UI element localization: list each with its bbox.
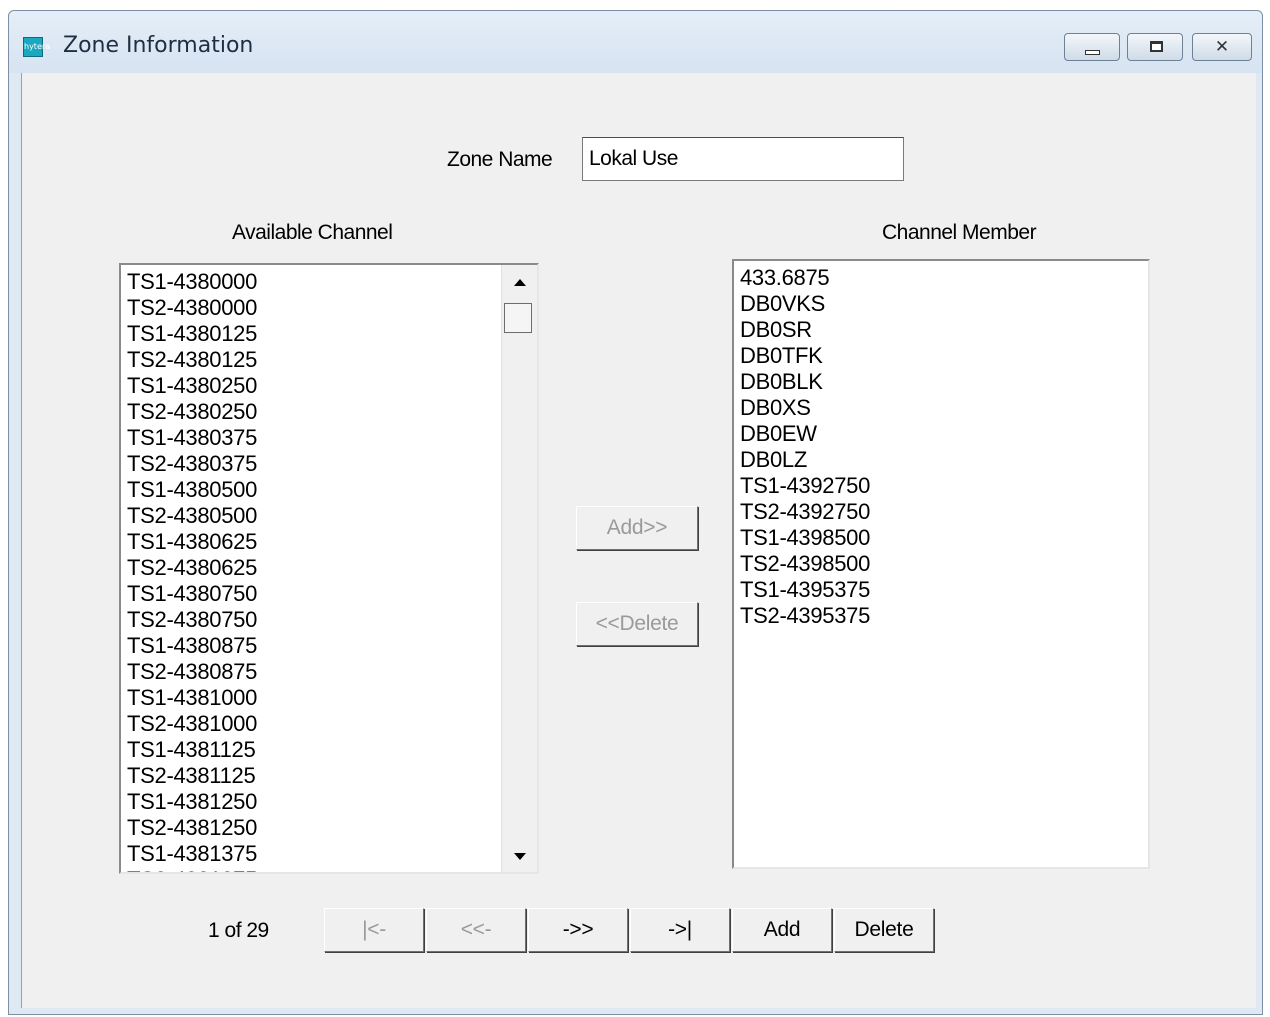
available-channel-label: Available Channel <box>232 221 393 244</box>
zone-information-window: hytera Zone Information ✕ Zone Name Avai… <box>8 10 1263 1015</box>
list-item[interactable]: TS2-4398500 <box>740 551 870 577</box>
list-item[interactable]: TS1-4392750 <box>740 473 870 499</box>
list-item[interactable]: TS1-4380500 <box>127 477 257 503</box>
channel-member-items: 433.6875 DB0VKS DB0SR DB0TFK DB0BLK DB0XS DB0E… <box>740 265 870 629</box>
scroll-down-icon[interactable] <box>514 853 526 860</box>
available-channel-list[interactable]: TS1-4380000 TS2-4380000 TS1-4380125 TS2-438… <box>119 263 539 874</box>
list-item[interactable]: TS1-4380625 <box>127 529 257 555</box>
list-item[interactable]: DB0BLK <box>740 369 870 395</box>
hytera-app-icon[interactable]: hytera <box>23 37 50 57</box>
list-item[interactable]: DB0EW <box>740 421 870 447</box>
next-record-button[interactable]: ->> <box>528 908 628 952</box>
list-item[interactable]: DB0TFK <box>740 343 870 369</box>
list-item[interactable]: TS2-4380500 <box>127 503 257 529</box>
list-item[interactable]: TS1-4381125 <box>127 737 257 763</box>
close-button[interactable]: ✕ <box>1192 33 1252 61</box>
available-channel-items: TS1-4380000 TS2-4380000 TS1-4380125 TS2-438… <box>127 269 257 872</box>
minimize-button[interactable] <box>1064 33 1120 61</box>
channel-member-list[interactable]: 433.6875 DB0VKS DB0SR DB0TFK DB0BLK DB0XS DB0E… <box>732 259 1150 869</box>
previous-record-button[interactable]: <<- <box>426 908 526 952</box>
list-item[interactable]: TS2-4381125 <box>127 763 257 789</box>
list-item[interactable]: TS2-4381375 <box>127 867 257 872</box>
list-item[interactable]: TS2-4395375 <box>740 603 870 629</box>
list-item[interactable]: TS2-4381000 <box>127 711 257 737</box>
zone-name-label: Zone Name <box>447 148 553 171</box>
list-item[interactable]: 433.6875 <box>740 265 870 291</box>
list-item[interactable]: TS1-4380000 <box>127 269 257 295</box>
list-item[interactable]: TS1-4380750 <box>127 581 257 607</box>
zone-name-input[interactable] <box>582 137 904 181</box>
maximize-button[interactable] <box>1127 33 1183 61</box>
list-item[interactable]: DB0XS <box>740 395 870 421</box>
scroll-thumb[interactable] <box>504 303 532 333</box>
list-item[interactable]: TS1-4381375 <box>127 841 257 867</box>
list-item[interactable]: TS1-4380375 <box>127 425 257 451</box>
title-bar[interactable]: hytera Zone Information ✕ <box>9 11 1262 73</box>
list-item[interactable]: TS1-4395375 <box>740 577 870 603</box>
list-item[interactable]: TS2-4380250 <box>127 399 257 425</box>
list-item[interactable]: DB0VKS <box>740 291 870 317</box>
close-icon: ✕ <box>1214 37 1230 57</box>
list-item[interactable]: DB0SR <box>740 317 870 343</box>
list-item[interactable]: TS2-4380750 <box>127 607 257 633</box>
list-item[interactable]: TS2-4380375 <box>127 451 257 477</box>
list-item[interactable]: TS2-4380125 <box>127 347 257 373</box>
list-item[interactable]: TS1-4380250 <box>127 373 257 399</box>
delete-zone-button[interactable]: Delete <box>834 908 934 952</box>
page-indicator: 1 of 29 <box>208 919 269 942</box>
list-item[interactable]: TS1-4398500 <box>740 525 870 551</box>
list-item[interactable]: TS1-4381000 <box>127 685 257 711</box>
add-to-member-button[interactable]: Add>> <box>576 506 698 550</box>
last-record-button[interactable]: ->| <box>630 908 730 952</box>
list-item[interactable]: DB0LZ <box>740 447 870 473</box>
remove-from-member-button[interactable]: <<Delete <box>576 602 698 646</box>
scroll-up-icon[interactable] <box>514 279 526 286</box>
list-item[interactable]: TS2-4380625 <box>127 555 257 581</box>
dialog-body: Zone Name Available Channel Channel Memb… <box>21 73 1256 1008</box>
channel-member-label: Channel Member <box>882 221 1037 244</box>
list-item[interactable]: TS1-4381250 <box>127 789 257 815</box>
first-record-button[interactable]: |<- <box>324 908 424 952</box>
list-item[interactable]: TS1-4380125 <box>127 321 257 347</box>
list-item[interactable]: TS2-4380000 <box>127 295 257 321</box>
maximize-icon <box>1150 41 1163 52</box>
window-title: Zone Information <box>63 33 254 58</box>
add-zone-button[interactable]: Add <box>732 908 832 952</box>
list-item[interactable]: TS1-4380875 <box>127 633 257 659</box>
available-list-scrollbar[interactable] <box>501 265 537 872</box>
list-item[interactable]: TS2-4392750 <box>740 499 870 525</box>
minimize-icon <box>1085 50 1100 55</box>
list-item[interactable]: TS2-4380875 <box>127 659 257 685</box>
list-item[interactable]: TS2-4381250 <box>127 815 257 841</box>
